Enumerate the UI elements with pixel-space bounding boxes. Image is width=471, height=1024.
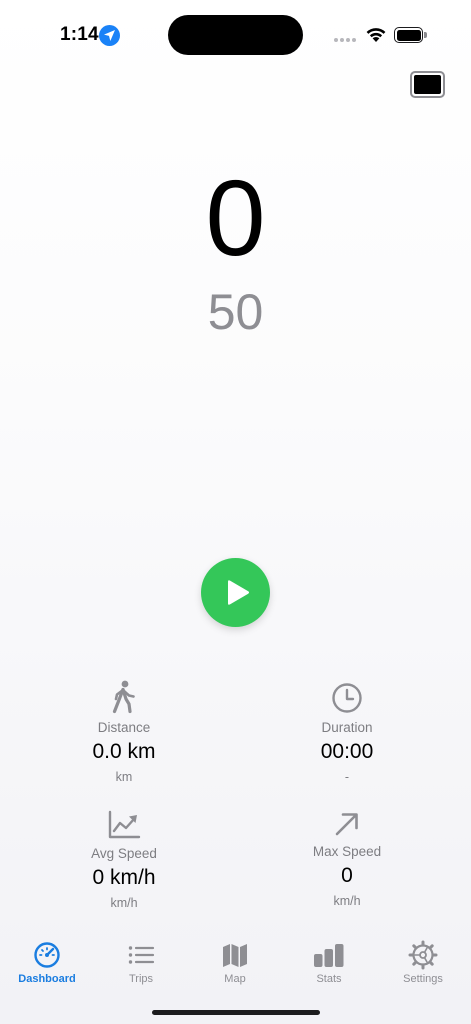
- current-speed: 0: [205, 157, 266, 278]
- clock-icon: [332, 683, 362, 713]
- bar-chart-icon: [314, 944, 344, 967]
- display-mode-button[interactable]: [410, 71, 445, 98]
- tab-bar: Dashboard Trips Map Stats Settings: [0, 936, 471, 996]
- start-trip-button[interactable]: [201, 558, 270, 627]
- stat-max-speed-label: Max Speed: [312, 844, 382, 859]
- tab-map[interactable]: Map: [188, 936, 282, 985]
- stat-duration-value: 00:00: [320, 740, 374, 763]
- dynamic-island: [168, 15, 303, 55]
- stat-max-speed: Max Speed 0 km/h: [257, 810, 437, 908]
- stat-distance-label: Distance: [97, 720, 151, 735]
- stat-distance-unit: km: [115, 770, 133, 784]
- gear-icon: [408, 940, 438, 970]
- arrow-up-right-icon: [335, 813, 358, 836]
- list-icon: [128, 946, 155, 964]
- tab-stats[interactable]: Stats: [282, 936, 376, 985]
- stat-duration-unit: -: [344, 770, 350, 784]
- stat-avg-speed: Avg Speed 0 km/h km/h: [34, 810, 214, 910]
- speed-limit: 50: [207, 284, 264, 340]
- stat-avg-speed-value: 0 km/h: [92, 866, 156, 889]
- line-chart-icon: [108, 810, 141, 839]
- tab-dashboard-label: Dashboard: [18, 973, 76, 985]
- battery-icon: [394, 27, 427, 43]
- stat-duration: Duration 00:00 -: [257, 682, 437, 784]
- map-icon: [223, 944, 247, 967]
- display-mode-icon: [414, 75, 441, 94]
- stat-max-speed-value: 0: [341, 864, 353, 887]
- play-icon: [228, 580, 250, 605]
- tab-trips[interactable]: Trips: [94, 936, 188, 985]
- location-arrow-icon: [99, 25, 120, 46]
- status-time: 1:14: [60, 24, 99, 45]
- walking-figure-icon: [112, 680, 135, 714]
- tab-dashboard[interactable]: Dashboard: [0, 936, 94, 985]
- speedometer-icon: [34, 942, 60, 968]
- stat-avg-speed-label: Avg Speed: [91, 846, 157, 861]
- status-bar: 1:14: [0, 0, 471, 70]
- home-indicator: [152, 1010, 320, 1015]
- tab-settings[interactable]: Settings: [376, 936, 470, 985]
- stat-avg-speed-unit: km/h: [110, 896, 138, 910]
- cellular-signal-icon: [334, 38, 358, 43]
- tab-settings-label: Settings: [403, 973, 443, 985]
- stat-max-speed-unit: km/h: [333, 894, 361, 908]
- tab-trips-label: Trips: [128, 973, 154, 985]
- tab-map-label: Map: [224, 973, 246, 985]
- stat-distance: Distance 0.0 km km: [34, 680, 214, 784]
- stat-distance-value: 0.0 km: [92, 740, 156, 763]
- stat-duration-label: Duration: [321, 720, 373, 735]
- wifi-icon: [366, 28, 386, 42]
- tab-stats-label: Stats: [316, 973, 342, 985]
